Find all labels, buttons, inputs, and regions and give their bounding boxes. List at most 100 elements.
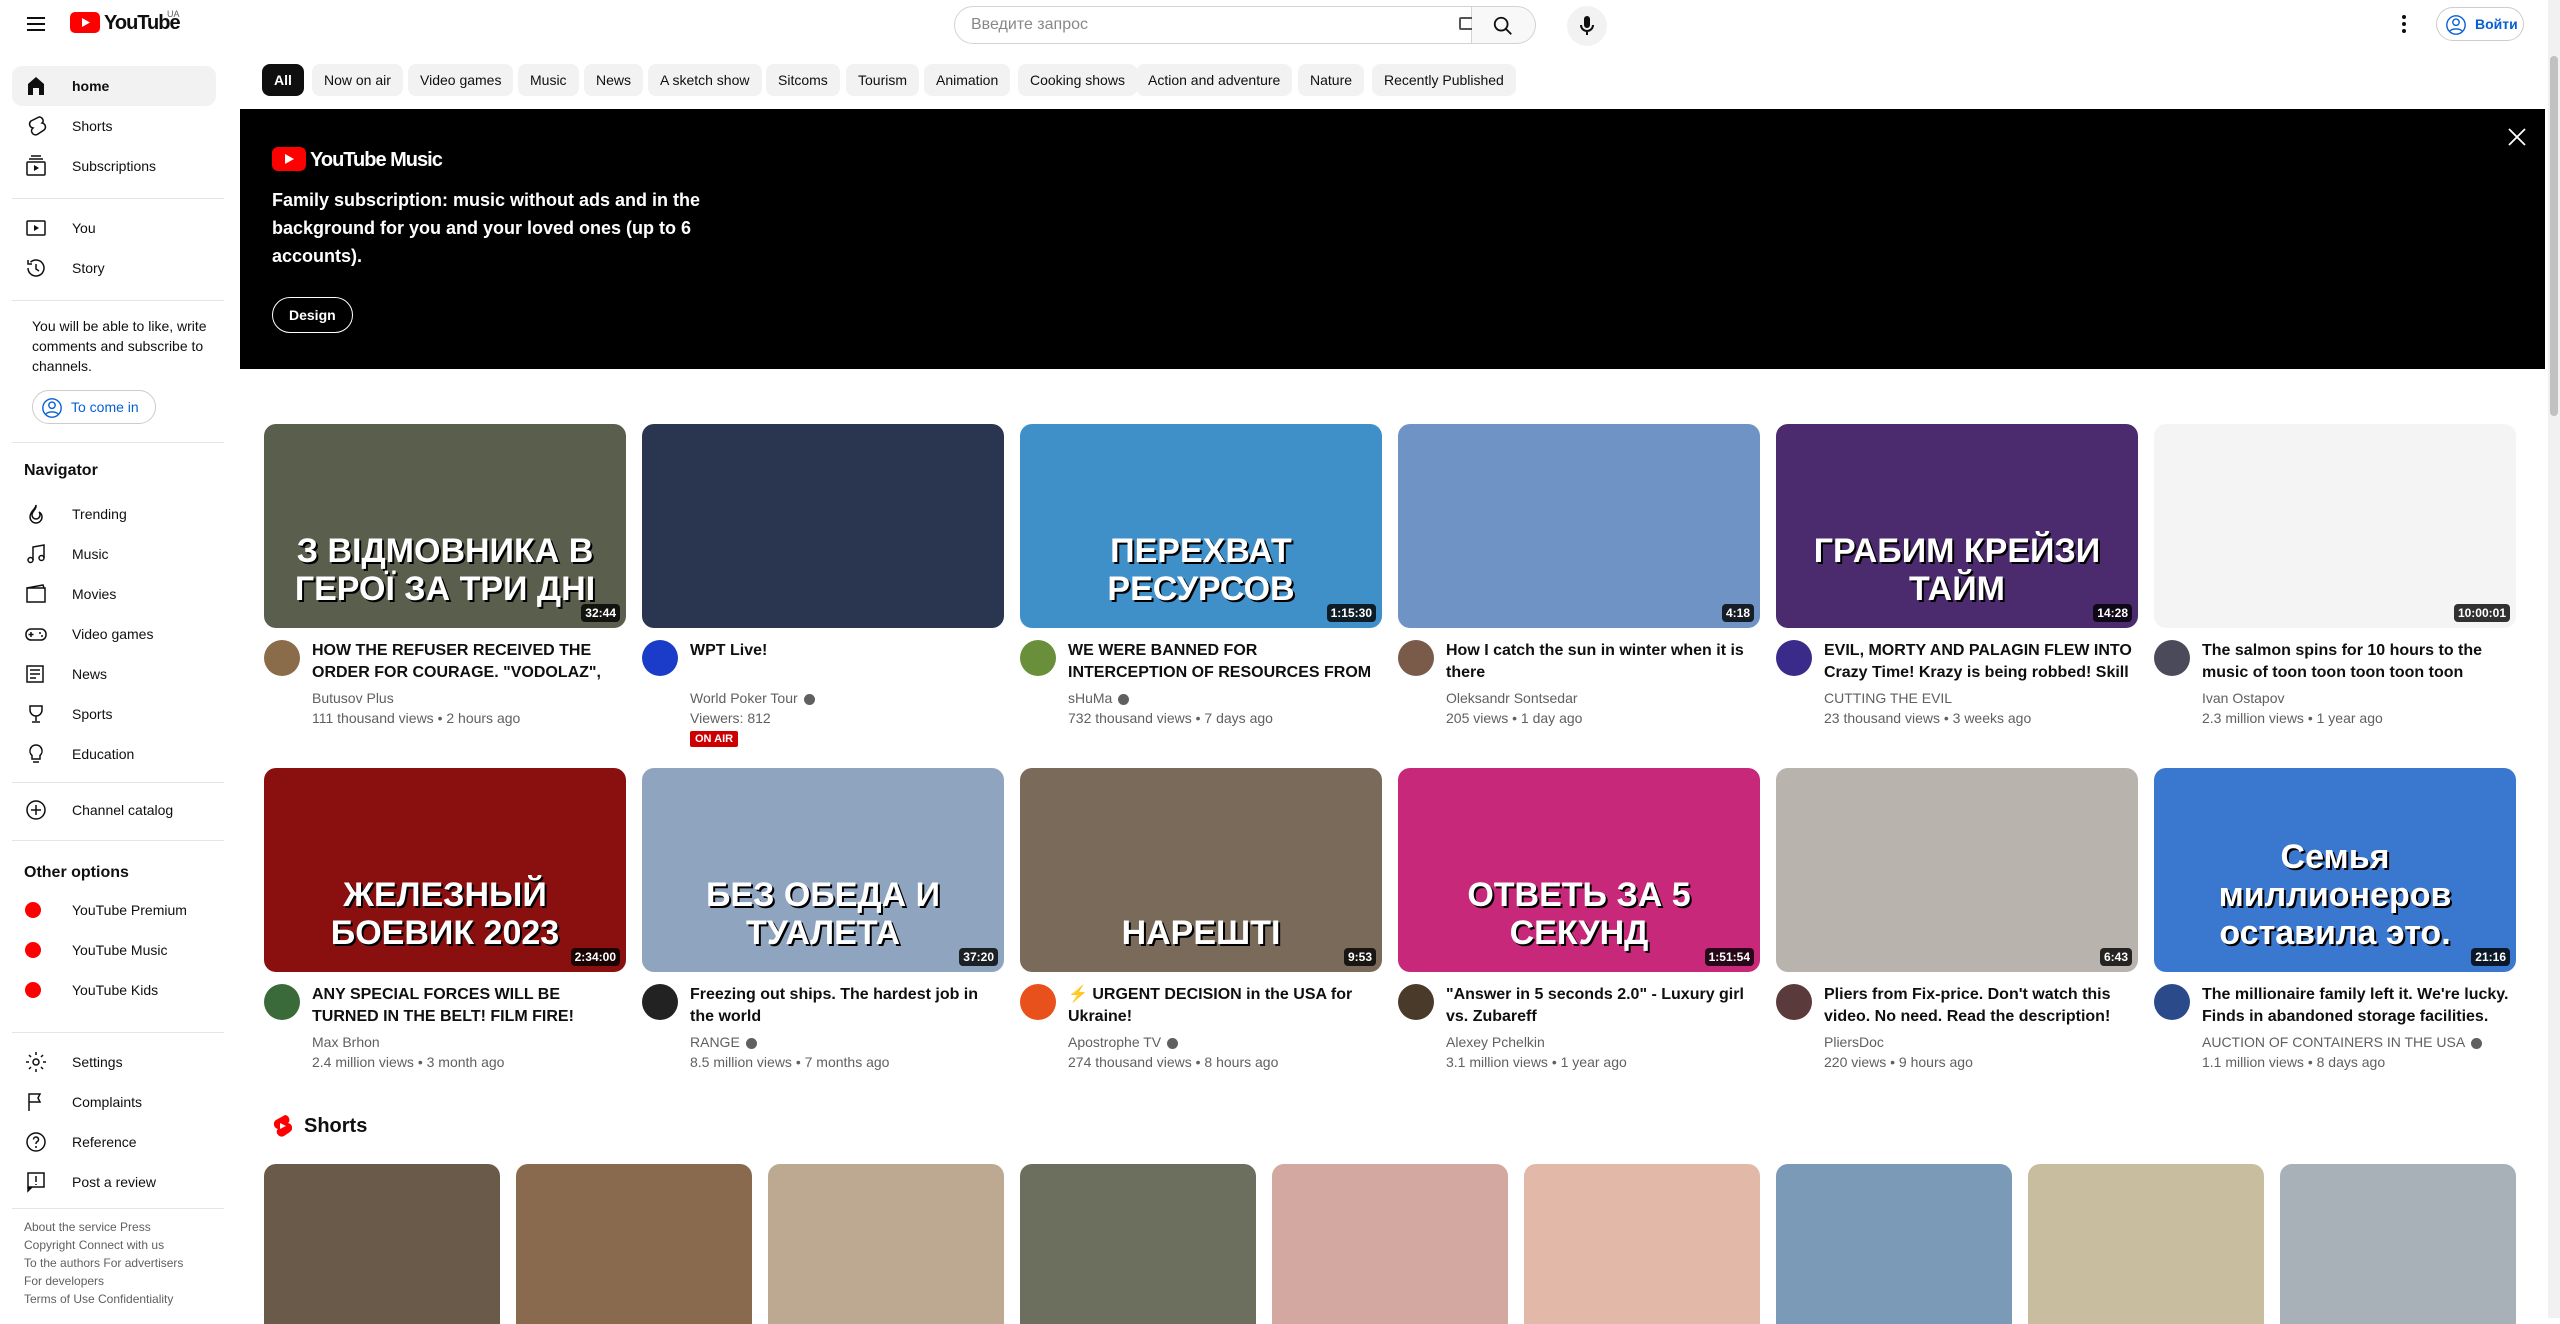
video-thumbnail[interactable]: Семья миллионеров оставила это. 21:16 xyxy=(2154,768,2516,972)
video-card[interactable]: З ВІДМОВНИКА В ГЕРОЇ ЗА ТРИ ДНІ 32:44 HOW … xyxy=(264,424,626,754)
video-title[interactable]: Pliers from Fix-price. Don't watch this … xyxy=(1824,984,2134,1028)
channel-avatar[interactable] xyxy=(1398,984,1434,1020)
short-thumbnail[interactable] xyxy=(1776,1164,2012,1324)
channel-name[interactable]: Ivan Ostapov xyxy=(2202,690,2285,706)
short-thumbnail[interactable] xyxy=(264,1164,500,1324)
video-card[interactable]: 6:43 Pliers from Fix-price. Don't watch t… xyxy=(1776,768,2138,1098)
sidebar-item-youtube-premium[interactable]: YouTube Premium xyxy=(12,890,216,930)
voice-search-button[interactable] xyxy=(1567,6,1607,46)
filter-chip-sitcoms[interactable]: Sitcoms xyxy=(766,64,840,96)
video-thumbnail[interactable]: ГРАБИМ КРЕЙЗИ ТАЙМ 14:28 xyxy=(1776,424,2138,628)
filter-chip-cooking-shows[interactable]: Cooking shows xyxy=(1018,64,1137,96)
channel-avatar[interactable] xyxy=(264,640,300,676)
channel-name[interactable]: Oleksandr Sontsedar xyxy=(1446,690,1578,706)
channel-avatar[interactable] xyxy=(642,984,678,1020)
channel-name[interactable]: PliersDoc xyxy=(1824,1034,1884,1050)
sidebar-sign-in-button[interactable]: To come in xyxy=(32,390,156,424)
video-thumbnail[interactable]: 10:00:01 xyxy=(2154,424,2516,628)
sidebar-item-reference[interactable]: Reference xyxy=(12,1122,216,1162)
video-card[interactable]: ГРАБИМ КРЕЙЗИ ТАЙМ 14:28 EVIL, MORTY AND P… xyxy=(1776,424,2138,754)
video-card[interactable]: НАРЕШТІ 9:53 ⚡ URGENT DECISION in the USA … xyxy=(1020,768,1382,1098)
channel-avatar[interactable] xyxy=(1398,640,1434,676)
filter-chip-animation[interactable]: Animation xyxy=(924,64,1011,96)
video-title[interactable]: How I catch the sun in winter when it is… xyxy=(1446,640,1756,684)
short-thumbnail[interactable] xyxy=(2280,1164,2516,1324)
video-title[interactable]: ANY SPECIAL FORCES WILL BE TURNED IN THE… xyxy=(312,984,622,1028)
scrollbar-thumb[interactable] xyxy=(2550,56,2558,416)
channel-avatar[interactable] xyxy=(642,640,678,676)
footer-links[interactable]: Terms of Use Confidentiality xyxy=(24,1290,173,1308)
footer-links[interactable]: To the authors For advertisers xyxy=(24,1254,183,1272)
filter-chip-video-games[interactable]: Video games xyxy=(408,64,514,96)
filter-chip-all[interactable]: All xyxy=(262,64,304,96)
video-card[interactable]: 4:18 How I catch the sun in winter when i… xyxy=(1398,424,1760,754)
filter-chip-music[interactable]: Music xyxy=(518,64,579,96)
short-thumbnail[interactable] xyxy=(1020,1164,1256,1324)
sidebar-item-music[interactable]: Music xyxy=(12,534,216,574)
video-card[interactable]: ОТВЕТЬ ЗА 5 СЕКУНД 1:51:54 "Answer in 5 se… xyxy=(1398,768,1760,1098)
video-title[interactable]: The salmon spins for 10 hours to the mus… xyxy=(2202,640,2512,684)
filter-chip-news[interactable]: News xyxy=(584,64,644,96)
sidebar-item-story[interactable]: Story xyxy=(12,248,216,288)
channel-avatar[interactable] xyxy=(1776,640,1812,676)
sidebar-item-post-a-review[interactable]: Post a review xyxy=(12,1162,216,1202)
video-card[interactable]: 10:00:01 The salmon spins for 10 hours to… xyxy=(2154,424,2516,754)
sidebar-item-settings[interactable]: Settings xyxy=(12,1042,216,1082)
video-title[interactable]: EVIL, MORTY AND PALAGIN FLEW INTO Crazy … xyxy=(1824,640,2134,684)
video-title[interactable]: ⚡ URGENT DECISION in the USA for Ukraine… xyxy=(1068,984,1378,1028)
video-title[interactable]: Freezing out ships. The hardest job in t… xyxy=(690,984,1000,1028)
video-title[interactable]: WE WERE BANNED FOR INTERCEPTION OF RESOU… xyxy=(1068,640,1378,684)
channel-name[interactable]: CUTTING THE EVIL xyxy=(1824,690,1952,706)
video-title[interactable]: HOW THE REFUSER RECEIVED THE ORDER FOR C… xyxy=(312,640,622,684)
sidebar-item-news[interactable]: News xyxy=(12,654,216,694)
youtube-logo[interactable]: YouTube UA xyxy=(70,9,181,38)
channel-avatar[interactable] xyxy=(1020,984,1056,1020)
video-title[interactable]: The millionaire family left it. We're lu… xyxy=(2202,984,2512,1028)
video-card[interactable]: Семья миллионеров оставила это. 21:16 The … xyxy=(2154,768,2516,1098)
menu-icon[interactable] xyxy=(24,12,48,36)
channel-name[interactable]: Apostrophe TV xyxy=(1068,1034,1179,1050)
search-button[interactable] xyxy=(1472,6,1536,44)
channel-name[interactable]: AUCTION OF CONTAINERS IN THE USA xyxy=(2202,1034,2483,1050)
sidebar-item-shorts[interactable]: Shorts xyxy=(12,106,216,146)
video-thumbnail[interactable]: 4:18 xyxy=(1398,424,1760,628)
sidebar-item-video-games[interactable]: Video games xyxy=(12,614,216,654)
video-thumbnail[interactable]: БЕЗ ОБЕДА И ТУАЛЕТА 37:20 xyxy=(642,768,1004,972)
channel-name[interactable]: Alexey Pchelkin xyxy=(1446,1034,1545,1050)
video-thumbnail[interactable] xyxy=(642,424,1004,628)
sidebar-item-channel-catalog[interactable]: Channel catalog xyxy=(12,790,216,830)
channel-avatar[interactable] xyxy=(1776,984,1812,1020)
video-card[interactable]: WPT Live! World Poker Tour Viewers: 812 ON … xyxy=(642,424,1004,754)
filter-chip-now-on-air[interactable]: Now on air xyxy=(312,64,403,96)
channel-avatar[interactable] xyxy=(264,984,300,1020)
sidebar-item-home[interactable]: home xyxy=(12,66,216,106)
sign-in-button[interactable]: Войти xyxy=(2436,7,2524,41)
video-thumbnail[interactable]: З ВІДМОВНИКА В ГЕРОЇ ЗА ТРИ ДНІ 32:44 xyxy=(264,424,626,628)
sidebar-item-sports[interactable]: Sports xyxy=(12,694,216,734)
channel-avatar[interactable] xyxy=(1020,640,1056,676)
sidebar-item-movies[interactable]: Movies xyxy=(12,574,216,614)
sidebar-item-complaints[interactable]: Complaints xyxy=(12,1082,216,1122)
video-thumbnail[interactable]: ОТВЕТЬ ЗА 5 СЕКУНД 1:51:54 xyxy=(1398,768,1760,972)
short-thumbnail[interactable] xyxy=(1272,1164,1508,1324)
video-thumbnail[interactable]: ПЕРЕХВАТ РЕСУРСОВ 1:15:30 xyxy=(1020,424,1382,628)
short-thumbnail[interactable] xyxy=(2028,1164,2264,1324)
channel-name[interactable]: Max Brhon xyxy=(312,1034,380,1050)
sidebar-item-youtube-kids[interactable]: YouTube Kids xyxy=(12,970,216,1010)
short-thumbnail[interactable] xyxy=(516,1164,752,1324)
sidebar-item-subscriptions[interactable]: Subscriptions xyxy=(12,146,216,186)
video-thumbnail[interactable]: НАРЕШТІ 9:53 xyxy=(1020,768,1382,972)
sidebar-item-you[interactable]: You xyxy=(12,208,216,248)
channel-name[interactable]: RANGE xyxy=(690,1034,757,1050)
video-card[interactable]: ПЕРЕХВАТ РЕСУРСОВ 1:15:30 WE WERE BANNED F… xyxy=(1020,424,1382,754)
search-input[interactable]: Введите запрос xyxy=(954,6,1472,44)
scrollbar[interactable] xyxy=(2548,0,2560,1318)
channel-name[interactable]: World Poker Tour xyxy=(690,690,815,706)
sidebar-item-trending[interactable]: Trending xyxy=(12,494,216,534)
footer-links[interactable]: Copyright Connect with us xyxy=(24,1236,164,1254)
filter-chip-recently-published[interactable]: Recently Published xyxy=(1372,64,1516,96)
channel-avatar[interactable] xyxy=(2154,984,2190,1020)
more-options-icon[interactable] xyxy=(2392,12,2416,36)
filter-chip-nature[interactable]: Nature xyxy=(1298,64,1365,96)
close-icon[interactable] xyxy=(2505,125,2529,149)
